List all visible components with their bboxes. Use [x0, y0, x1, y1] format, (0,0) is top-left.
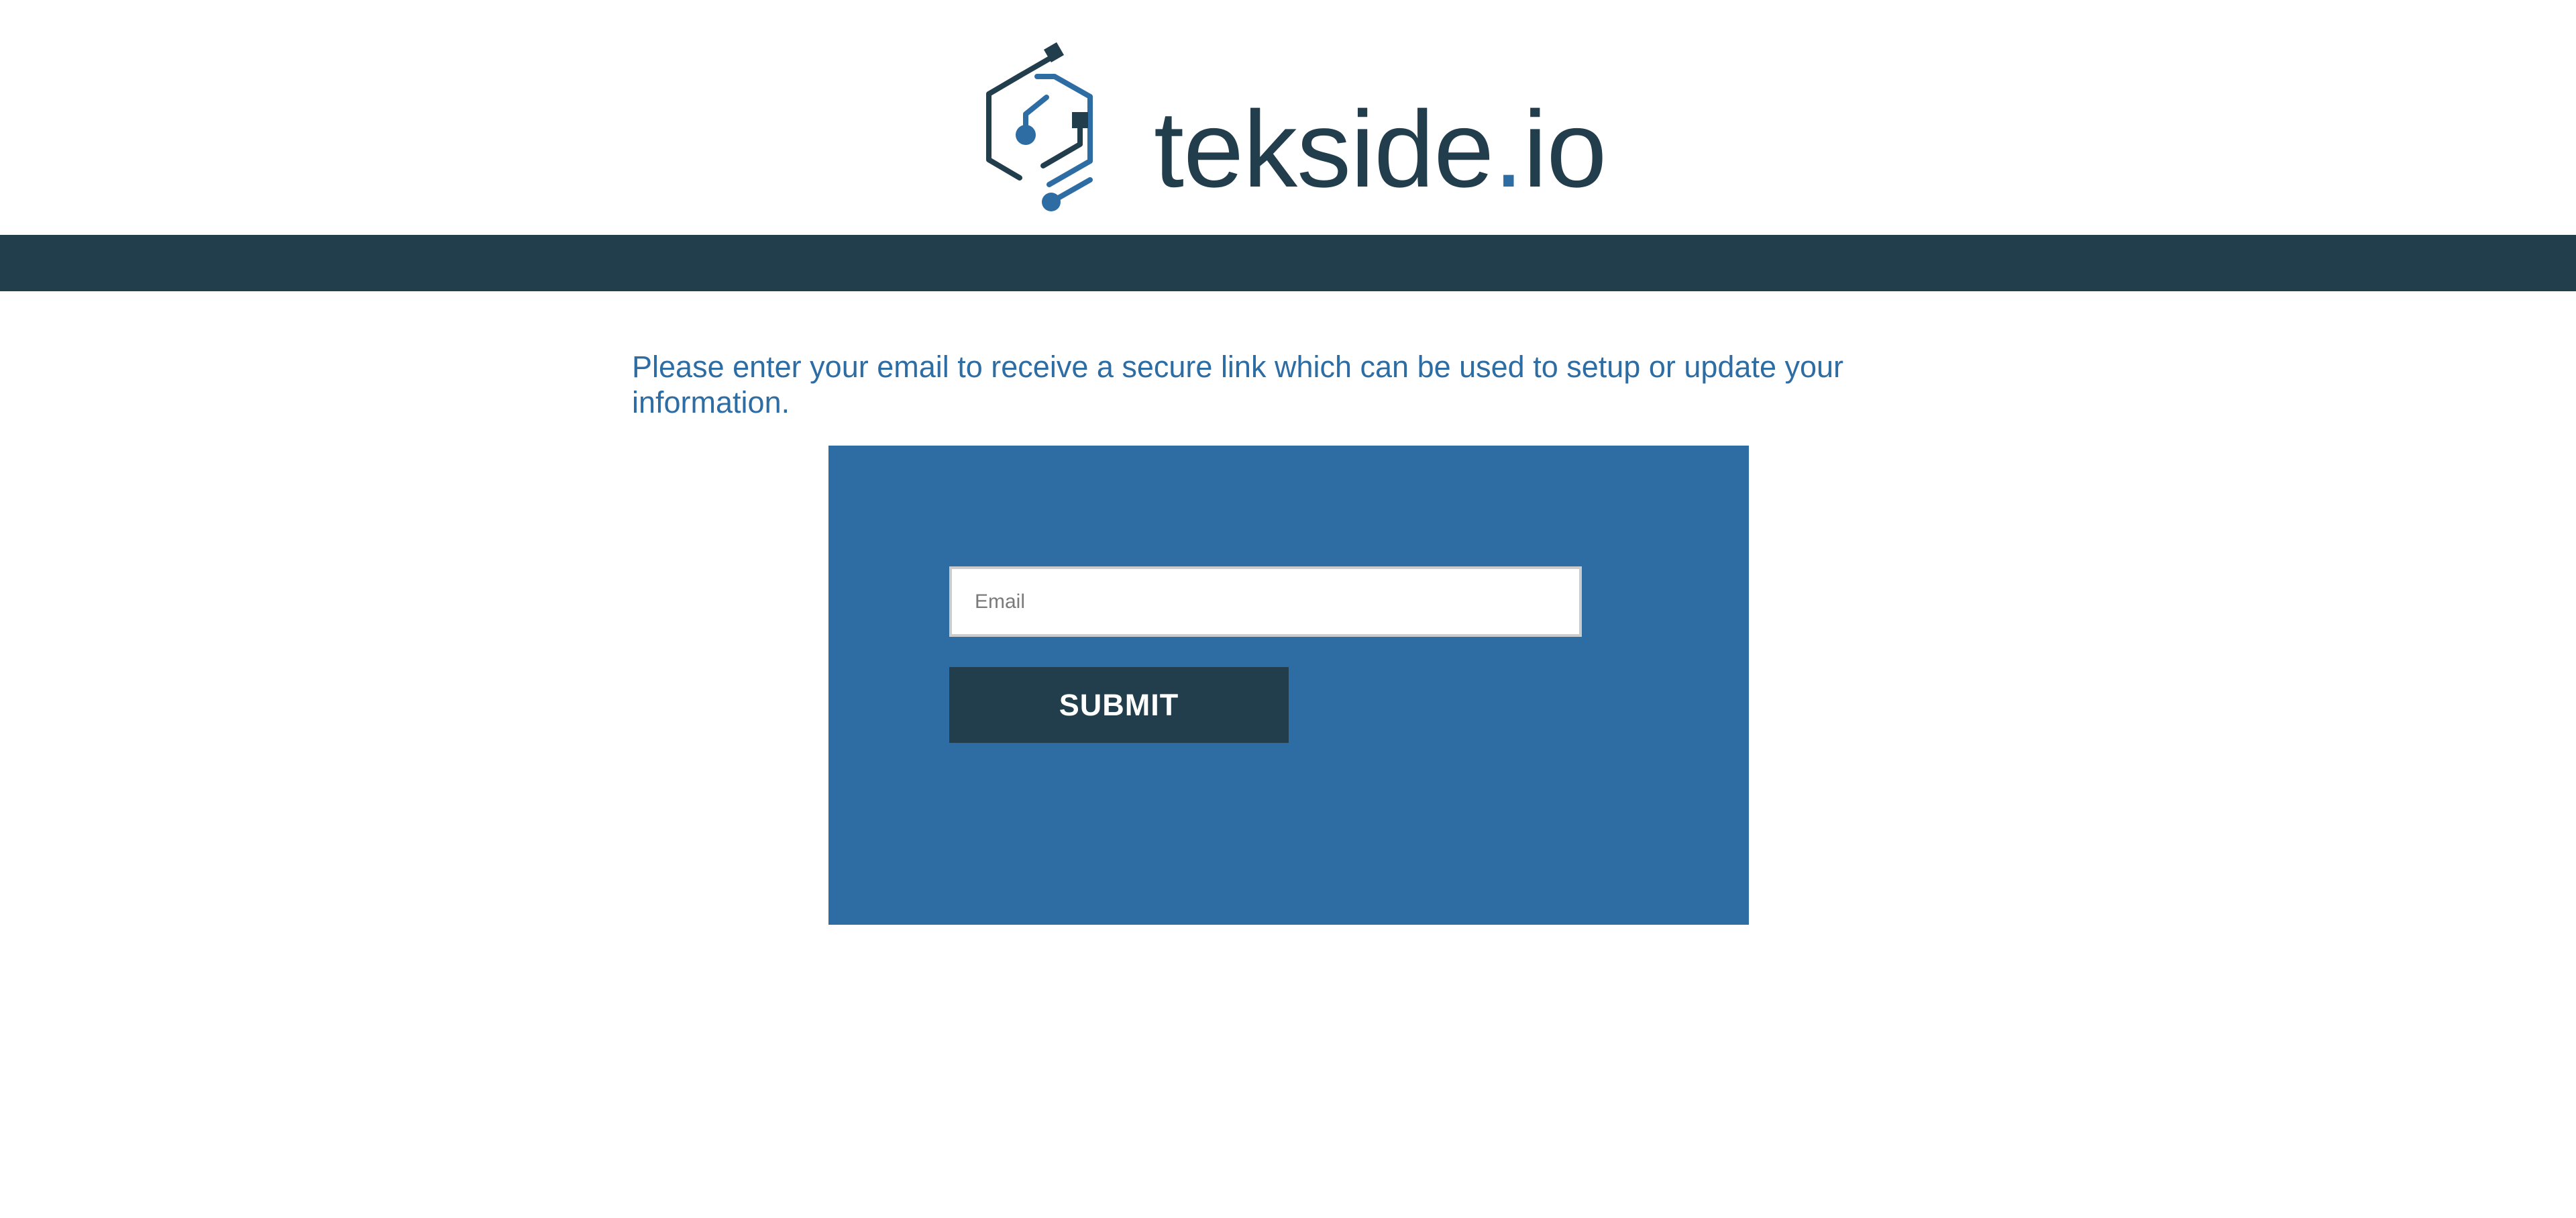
tekside-logo: tekside.io: [979, 40, 1610, 218]
header: tekside.io: [0, 0, 2576, 235]
page: tekside.io Please enter your email to re…: [0, 0, 2576, 1218]
brand-name: tekside.io: [1154, 95, 1607, 204]
submit-button[interactable]: SUBMIT: [949, 667, 1289, 743]
brand-name-tld: io: [1523, 89, 1607, 210]
brand-name-main: tekside: [1154, 89, 1494, 210]
tekside-circuit-logo-icon: [986, 42, 1093, 211]
instruction-text: Please enter your email to receive a sec…: [632, 350, 1844, 419]
email-field[interactable]: [949, 566, 1582, 637]
brand-name-dot: .: [1493, 89, 1523, 210]
email-form-panel: SUBMIT: [828, 446, 1749, 925]
header-band: [0, 235, 2576, 291]
